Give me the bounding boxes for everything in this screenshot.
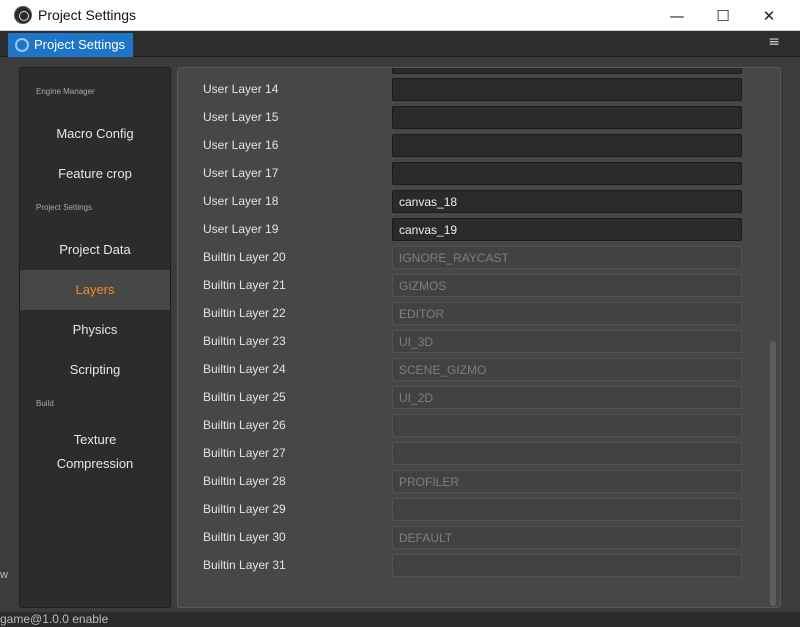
layer-name-input[interactable] [392,190,742,213]
status-text: game@1.0.0 enable [0,612,109,626]
group-label-build: Build [36,399,54,408]
window-title: Project Settings [38,7,137,23]
group-label-engine-manager: Engine Manager [36,87,95,96]
layer-row: Builtin Layer 22 [178,300,768,328]
layer-name-input[interactable] [392,134,742,157]
layer-name-input [392,246,742,269]
sidebar-item-project-data[interactable]: Project Data [20,230,170,270]
layer-label: User Layer 19 [203,222,279,236]
layer-row: User Layer 16 [178,132,768,160]
layer-label: Builtin Layer 31 [203,558,286,572]
layer-row: Builtin Layer 24 [178,356,768,384]
layer-label: Builtin Layer 28 [203,474,286,488]
layer-name-input [392,526,742,549]
layer-label: Builtin Layer 24 [203,362,286,376]
sidebar-item-physics[interactable]: Physics [20,310,170,350]
layer-label: Builtin Layer 22 [203,306,286,320]
layer-name-input [392,554,742,577]
layer-name-input [392,414,742,437]
layer-label: Builtin Layer 27 [203,446,286,460]
layer-row: Builtin Layer 20 [178,244,768,272]
layer-row: Builtin Layer 21 [178,272,768,300]
background-edge-text: w [0,569,8,581]
layer-label: Builtin Layer 25 [203,390,286,404]
layer-label: User Layer 15 [203,110,279,124]
layer-name-input [392,470,742,493]
layer-name-input[interactable] [392,162,742,185]
layer-name-input [392,442,742,465]
panel-tabstrip: Project Settings ≡ [0,31,800,57]
tab-label: Project Settings [34,37,126,52]
settings-gear-icon [15,38,29,52]
tab-project-settings[interactable]: Project Settings [8,33,134,57]
layer-row: Builtin Layer 26 [178,412,768,440]
texture-compression-line1: Texture [73,432,117,447]
layer-label: Builtin Layer 20 [203,250,286,264]
layer-name-input [392,386,742,409]
layer-name-input [392,498,742,521]
layer-label: Builtin Layer 30 [203,530,286,544]
sidebar-item-texture-compression[interactable]: Texture Compression [20,424,170,480]
layer-label: Builtin Layer 21 [203,278,286,292]
layer-name-input [392,358,742,381]
layer-row: Builtin Layer 28 [178,468,768,496]
layer-row: Builtin Layer 25 [178,384,768,412]
sidebar-item-macro-config[interactable]: Macro Config [20,114,170,154]
minimize-button[interactable]: — [654,0,700,31]
layer-row: Builtin Layer 30 [178,524,768,552]
layer-label: User Layer 14 [203,82,279,96]
maximize-button[interactable]: ☐ [700,0,746,31]
layer-label: User Layer 17 [203,166,279,180]
status-bar [0,612,800,627]
app-logo-icon [14,6,32,24]
settings-sidebar: Engine Manager Macro Config Feature crop… [19,67,171,608]
layer-name-input[interactable] [392,78,742,101]
layer-name-input [392,274,742,297]
layer-label: Builtin Layer 29 [203,502,286,516]
layer-row: User Layer 15 [178,104,768,132]
group-label-project-settings: Project Settings [36,203,93,212]
layer-label: Builtin Layer 23 [203,334,286,348]
layer-row: User Layer 17 [178,160,768,188]
close-button[interactable]: ✕ [746,0,792,31]
sidebar-item-layers[interactable]: Layers [20,270,170,310]
sidebar-item-feature-crop[interactable]: Feature crop [20,154,170,194]
layer-row: Builtin Layer 27 [178,440,768,468]
layer-row: Builtin Layer 29 [178,496,768,524]
layers-panel: User Layer 14 User Layer 15 User Layer 16 U… [177,67,781,608]
layer-row: User Layer 18 [178,188,768,216]
settings-main: Engine Manager Macro Config Feature crop… [0,57,800,612]
layer-name-input[interactable] [392,106,742,129]
layer-row: Builtin Layer 31 [178,552,768,580]
texture-compression-line2: Compression [56,456,134,471]
layer-name-input[interactable] [392,218,742,241]
scrollbar-track[interactable] [770,72,776,606]
layer-row: User Layer 19 [178,216,768,244]
layer-row: Builtin Layer 23 [178,328,768,356]
layer-label: User Layer 16 [203,138,279,152]
layer-name-input [392,302,742,325]
layer-label: Builtin Layer 26 [203,418,286,432]
window-titlebar: Project Settings — ☐ ✕ [0,0,800,31]
layer-row: User Layer 14 [178,76,768,104]
scrollbar-thumb[interactable] [770,341,776,606]
layer-input-partial[interactable] [392,68,742,74]
layer-label: User Layer 18 [203,194,279,208]
layer-name-input [392,330,742,353]
sidebar-item-scripting[interactable]: Scripting [20,350,170,390]
hamburger-menu-icon[interactable]: ≡ [768,34,780,50]
